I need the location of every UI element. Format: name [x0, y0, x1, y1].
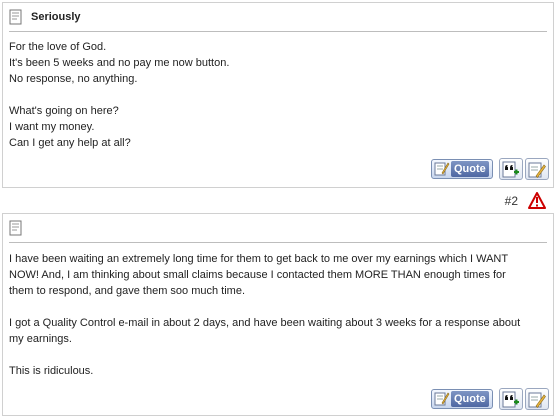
document-icon	[9, 9, 22, 25]
post-actions: Quote	[431, 388, 549, 410]
message-line: No response, no anything.	[9, 73, 138, 85]
post-1: Seriously For the love of God. It's been…	[2, 2, 554, 188]
message-line: NOW! And, I am thinking about small clai…	[9, 269, 506, 281]
post-paragraph: I got a Quality Control e-mail in about …	[9, 315, 545, 347]
post-2-meta-bar: #2	[2, 190, 554, 212]
post-number[interactable]: #2	[505, 194, 518, 208]
message-line: them to respond, and gave them soo much …	[9, 285, 246, 297]
multi-quote-icon	[502, 161, 519, 178]
quote-icon	[434, 162, 450, 176]
post-paragraph: This is ridiculous.	[9, 363, 545, 379]
quote-button-label: Quote	[451, 161, 489, 177]
multi-quote-button[interactable]	[499, 388, 523, 410]
message-line: This is ridiculous.	[9, 365, 94, 377]
edit-icon	[528, 162, 546, 178]
message-line: Can I get any help at all?	[9, 137, 131, 149]
quote-button[interactable]: Quote	[431, 159, 493, 179]
message-line: I have been waiting an extremely long ti…	[9, 253, 509, 265]
multi-quote-button[interactable]	[499, 158, 523, 180]
report-warning-icon[interactable]	[528, 192, 546, 209]
message-line: I got a Quality Control e-mail in about …	[9, 317, 521, 329]
post-title: Seriously	[31, 11, 81, 23]
post-2: I have been waiting an extremely long ti…	[2, 213, 554, 416]
message-line: For the love of God.	[9, 41, 107, 53]
post-message: For the love of God. It's been 5 weeks a…	[9, 39, 545, 151]
edit-button[interactable]	[525, 158, 549, 180]
post-paragraph: For the love of God. It's been 5 weeks a…	[9, 39, 545, 87]
post-paragraph: What's going on here? I want my money. C…	[9, 103, 545, 151]
post-header: Seriously	[9, 9, 547, 32]
post-header	[9, 220, 547, 243]
document-icon	[9, 220, 22, 236]
message-line: my earnings.	[9, 333, 72, 345]
message-line: It's been 5 weeks and no pay me now butt…	[9, 57, 230, 69]
multi-quote-icon	[502, 391, 519, 408]
quote-icon	[434, 392, 450, 406]
post-actions: Quote	[431, 158, 549, 180]
post-paragraph: I have been waiting an extremely long ti…	[9, 251, 545, 299]
message-line: What's going on here?	[9, 105, 119, 117]
quote-button-label: Quote	[451, 391, 489, 407]
edit-button[interactable]	[525, 388, 549, 410]
edit-icon	[528, 392, 546, 408]
quote-button[interactable]: Quote	[431, 389, 493, 409]
post-message: I have been waiting an extremely long ti…	[9, 251, 545, 379]
message-line: I want my money.	[9, 121, 95, 133]
